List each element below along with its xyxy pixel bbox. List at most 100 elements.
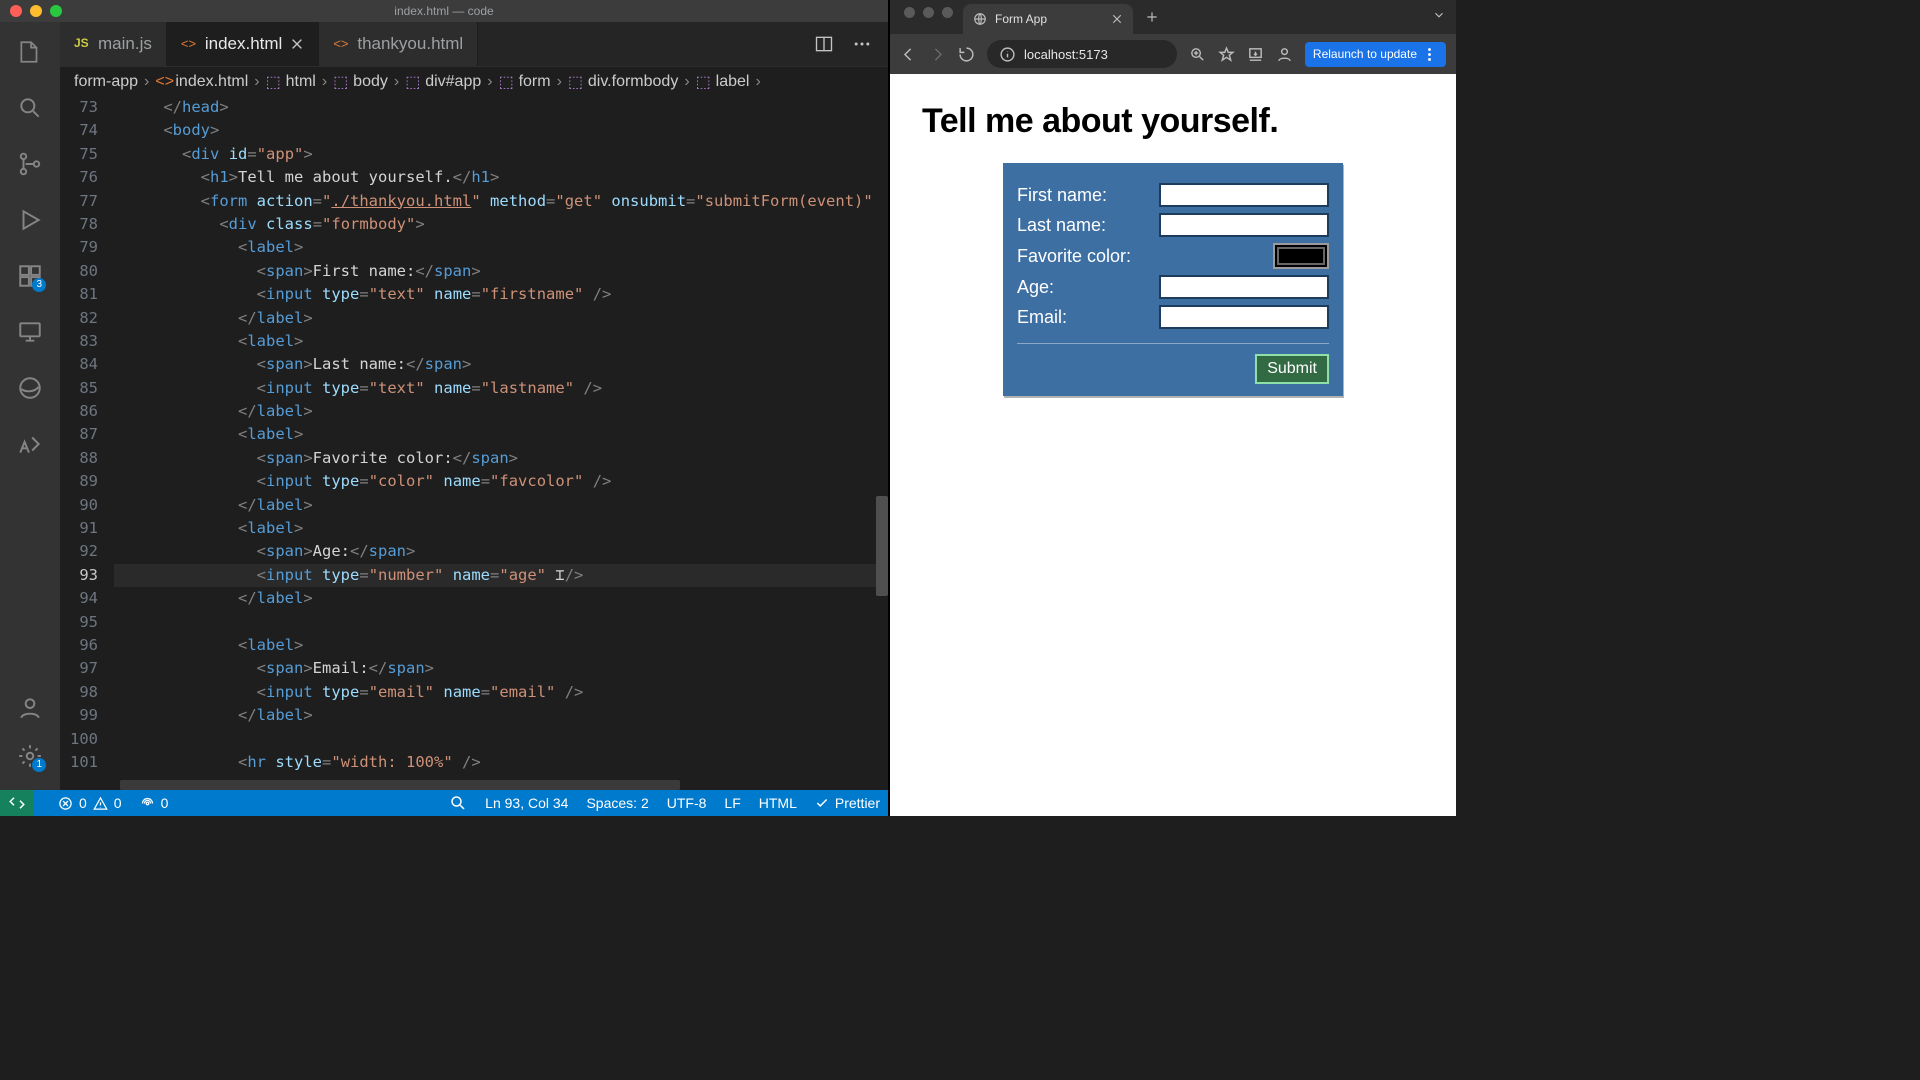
- split-editor-icon[interactable]: [814, 34, 834, 54]
- favcolor-label: Favorite color:: [1017, 246, 1131, 267]
- more-icon[interactable]: [852, 34, 872, 54]
- lastname-label: Last name:: [1017, 215, 1106, 236]
- more-vertical-icon: [1421, 46, 1438, 63]
- tab-title: Form App: [995, 12, 1047, 26]
- extensions-icon[interactable]: 3: [16, 262, 44, 290]
- line-number-gutter: 7374757677787980818283848586878889909192…: [60, 96, 114, 790]
- error-count: 0: [79, 795, 87, 811]
- zoom-icon[interactable]: [1189, 46, 1206, 63]
- close-icon[interactable]: [1111, 13, 1123, 25]
- breadcrumb-item[interactable]: label: [716, 73, 750, 91]
- back-icon[interactable]: [900, 46, 917, 63]
- edge-tools-icon[interactable]: [16, 374, 44, 402]
- age-input[interactable]: [1159, 275, 1329, 299]
- profile-icon[interactable]: [1276, 46, 1293, 63]
- tab-thankyou-html[interactable]: <> thankyou.html: [319, 22, 478, 66]
- tag-icon: ⬚: [696, 75, 710, 89]
- cursor-position[interactable]: Ln 93, Col 34: [485, 795, 568, 811]
- tag-icon: ⬚: [333, 75, 347, 89]
- age-label: Age:: [1017, 277, 1054, 298]
- tag-icon: ⬚: [499, 75, 513, 89]
- relaunch-button[interactable]: Relaunch to update: [1305, 42, 1446, 67]
- feedback-icon[interactable]: [449, 794, 467, 812]
- address-bar[interactable]: localhost:5173: [987, 40, 1177, 68]
- html-file-icon: <>: [155, 75, 169, 89]
- eol-status[interactable]: LF: [724, 795, 740, 811]
- maximize-traffic-icon[interactable]: [942, 7, 953, 18]
- chevron-right-icon: ›: [254, 73, 259, 91]
- tab-label: thankyou.html: [357, 34, 463, 54]
- install-icon[interactable]: [1247, 46, 1264, 63]
- js-file-icon: JS: [74, 36, 90, 52]
- html-file-icon: <>: [181, 36, 197, 52]
- remote-explorer-icon[interactable]: [16, 318, 44, 346]
- close-traffic-icon[interactable]: [904, 7, 915, 18]
- lastname-input[interactable]: [1159, 213, 1329, 237]
- tab-main-js[interactable]: JS main.js: [60, 22, 167, 66]
- vscode-window: index.html — code 3: [0, 0, 888, 816]
- url-text: localhost:5173: [1024, 47, 1108, 62]
- reload-icon[interactable]: [958, 46, 975, 63]
- email-input[interactable]: [1159, 305, 1329, 329]
- tab-index-html[interactable]: <> index.html: [167, 22, 319, 66]
- window-title: index.html — code: [0, 4, 888, 18]
- browser-tabstrip: Form App: [890, 0, 1456, 34]
- breadcrumb-item[interactable]: form: [519, 73, 551, 91]
- globe-icon: [973, 12, 987, 26]
- page-content: Tell me about yourself. First name: Last…: [890, 74, 1456, 816]
- warning-count: 0: [114, 795, 122, 811]
- browser-tab[interactable]: Form App: [963, 4, 1133, 34]
- problems-indicator[interactable]: 0 0: [58, 795, 122, 811]
- indent-status[interactable]: Spaces: 2: [586, 795, 648, 811]
- favcolor-input[interactable]: [1273, 243, 1329, 269]
- new-tab-button[interactable]: [1139, 4, 1165, 30]
- bookmark-star-icon[interactable]: [1218, 46, 1235, 63]
- form-card: First name: Last name: Favorite color: A…: [1003, 163, 1343, 396]
- breadcrumb[interactable]: form-app › <> index.html › ⬚ html › ⬚ bo…: [60, 66, 888, 96]
- tab-label: main.js: [98, 34, 152, 54]
- tag-icon: ⬚: [405, 75, 419, 89]
- settings-gear-icon[interactable]: 1: [16, 742, 44, 770]
- breadcrumb-item[interactable]: html: [286, 73, 316, 91]
- vscode-titlebar: index.html — code: [0, 0, 888, 22]
- extensions-badge: 3: [32, 278, 46, 292]
- breadcrumb-item[interactable]: div#app: [425, 73, 481, 91]
- chevron-right-icon: ›: [684, 73, 689, 91]
- submit-button[interactable]: Submit: [1255, 354, 1329, 384]
- source-control-icon[interactable]: [16, 150, 44, 178]
- firstname-input[interactable]: [1159, 183, 1329, 207]
- remote-indicator-icon[interactable]: [0, 790, 34, 816]
- editor-tabs: JS main.js <> index.html <> thankyou.htm…: [60, 22, 888, 66]
- browser-toolbar: localhost:5173 Relaunch to update: [890, 34, 1456, 74]
- language-status[interactable]: HTML: [759, 795, 797, 811]
- chevron-right-icon: ›: [557, 73, 562, 91]
- close-icon[interactable]: [290, 37, 304, 51]
- breadcrumb-item[interactable]: body: [353, 73, 388, 91]
- chevron-right-icon: ›: [487, 73, 492, 91]
- run-debug-icon[interactable]: [16, 206, 44, 234]
- code-content[interactable]: </head> <body> <div id="app"> <h1>Tell m…: [114, 96, 888, 790]
- horizontal-scrollbar[interactable]: [120, 780, 680, 790]
- encoding-status[interactable]: UTF-8: [667, 795, 707, 811]
- vertical-scrollbar[interactable]: [874, 96, 888, 790]
- chevron-right-icon: ›: [755, 73, 760, 91]
- search-icon[interactable]: [16, 94, 44, 122]
- live-share-icon[interactable]: [16, 430, 44, 458]
- minimize-traffic-icon[interactable]: [923, 7, 934, 18]
- breadcrumb-item[interactable]: index.html: [175, 73, 248, 91]
- ports-indicator[interactable]: 0: [140, 795, 169, 811]
- account-icon[interactable]: [16, 694, 44, 722]
- code-editor[interactable]: 7374757677787980818283848586878889909192…: [60, 96, 888, 790]
- formatter-status[interactable]: Prettier: [815, 795, 880, 811]
- scrollbar-thumb[interactable]: [876, 496, 888, 596]
- breadcrumb-item[interactable]: form-app: [74, 73, 138, 91]
- status-bar: 0 0 0 Ln 93, Col 34 Spaces: 2 UTF-8 LF H…: [0, 790, 888, 816]
- breadcrumb-item[interactable]: div.formbody: [588, 73, 678, 91]
- html-file-icon: <>: [333, 36, 349, 52]
- ports-count: 0: [161, 795, 169, 811]
- forward-icon[interactable]: [929, 46, 946, 63]
- firstname-label: First name:: [1017, 185, 1107, 206]
- chevron-down-icon[interactable]: [1432, 8, 1456, 27]
- tab-label: index.html: [205, 34, 282, 54]
- explorer-icon[interactable]: [16, 38, 44, 66]
